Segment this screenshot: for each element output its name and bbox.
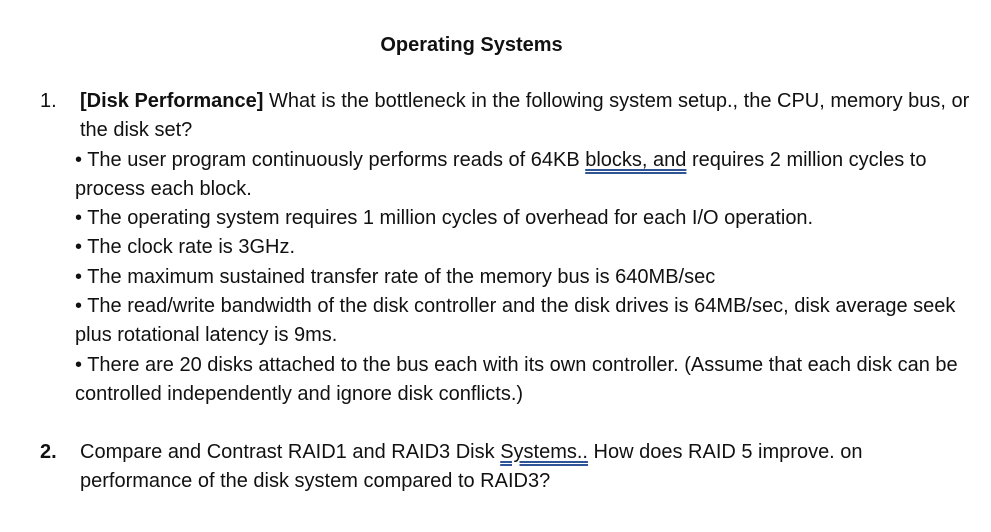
bullet-item: • The operating system requires 1 millio…	[75, 207, 814, 230]
grammar-flagged-text[interactable]: Systems..	[500, 441, 588, 463]
question-prompt: [Disk Performance] What is the bottlenec…	[80, 90, 969, 141]
question-body: [Disk Performance] What is the bottlenec…	[75, 87, 970, 409]
question-text: Compare and Contrast RAID1 and RAID3 Dis…	[80, 441, 863, 492]
question-number: 2.	[40, 441, 57, 463]
question-heading: [Disk Performance]	[80, 90, 264, 112]
question-body: Compare and Contrast RAID1 and RAID3 Dis…	[75, 438, 970, 497]
question-2: 2. Compare and Contrast RAID1 and RAID3 …	[40, 438, 970, 497]
grammar-flagged-text[interactable]: blocks, and	[585, 149, 686, 171]
bullet-item: • The maximum sustained transfer rate of…	[75, 265, 716, 288]
bullet-item: • The read/write bandwidth of the disk c…	[75, 295, 956, 347]
question-number: 1.	[40, 90, 57, 112]
question-text-part: Compare and Contrast RAID1 and RAID3 Dis…	[80, 441, 501, 463]
bullet-text: • The user program continuously performs…	[75, 148, 586, 171]
bullet-item: • The clock rate is 3GHz.	[75, 236, 296, 259]
bullet-item: • There are 20 disks attached to the bus…	[75, 353, 958, 405]
question-1: 1. [Disk Performance] What is the bottle…	[40, 87, 970, 409]
bullet-item: • The user program continuously performs…	[75, 146, 970, 205]
document-title: Operating Systems	[380, 34, 563, 56]
